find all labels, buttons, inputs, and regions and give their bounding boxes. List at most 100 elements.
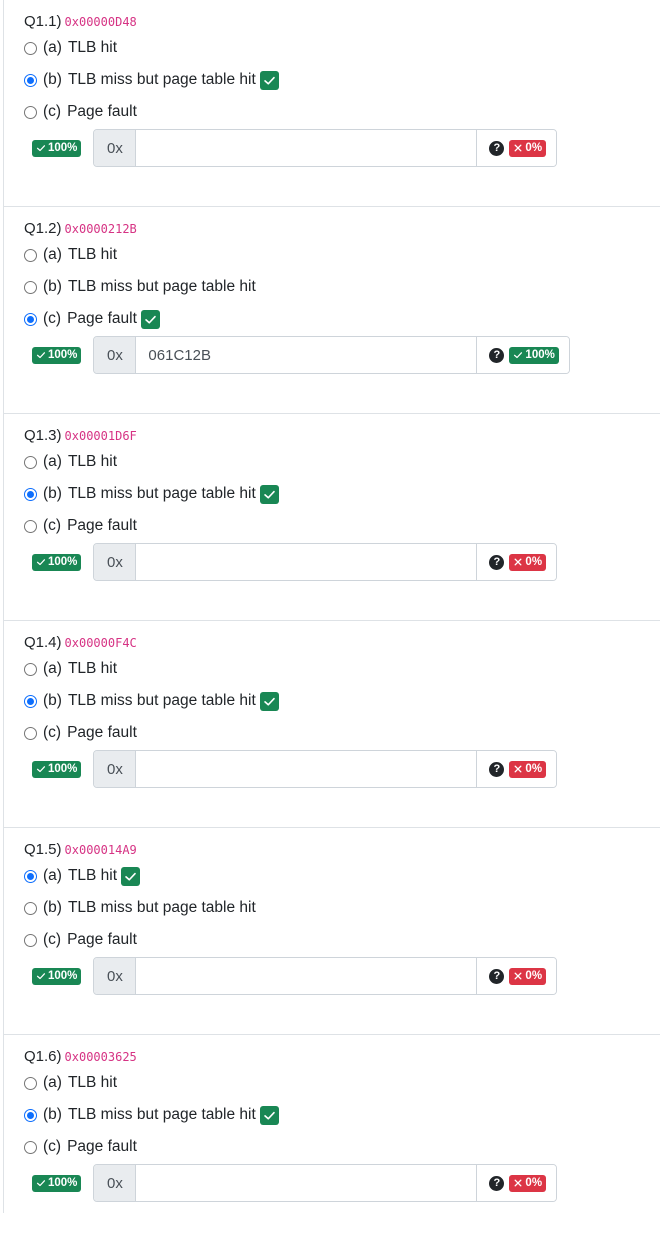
answer-row: 100% 0x? 0% bbox=[32, 957, 558, 995]
hex-prefix: 0x bbox=[94, 958, 137, 994]
radio-button[interactable] bbox=[24, 1140, 37, 1154]
option-letter: (c) bbox=[43, 931, 62, 948]
question-circle-icon[interactable]: ? bbox=[489, 1175, 505, 1191]
option-letter: (c) bbox=[43, 103, 62, 120]
question-circle-icon[interactable]: ? bbox=[489, 761, 505, 777]
option-c[interactable]: (c) Page fault bbox=[24, 929, 137, 951]
option-label: TLB miss but page table hit bbox=[67, 899, 256, 916]
check-icon bbox=[36, 971, 46, 981]
option-c[interactable]: (c) Page fault bbox=[24, 515, 137, 537]
option-b[interactable]: (b) TLB miss but page table hit bbox=[24, 690, 279, 712]
check-icon bbox=[140, 309, 160, 329]
physical-address-input[interactable] bbox=[136, 1165, 477, 1201]
radio-button[interactable] bbox=[24, 487, 37, 501]
physical-address-input[interactable] bbox=[136, 544, 477, 580]
physical-address-input[interactable] bbox=[136, 337, 477, 373]
input-score-label: 100% bbox=[525, 349, 555, 361]
physical-address-input-group: 0x? 0% bbox=[93, 750, 558, 788]
hex-prefix: 0x bbox=[94, 337, 137, 373]
input-score-label: 0% bbox=[525, 556, 543, 568]
option-label: TLB miss but page table hit bbox=[67, 1106, 256, 1123]
input-score-label: 0% bbox=[525, 763, 543, 775]
question-block: Q1.2) 0x0000212B (a) TLB hit (b) TLB miss but… bbox=[4, 207, 660, 414]
question-title: Q1.2) 0x0000212B bbox=[24, 219, 137, 239]
radio-button[interactable] bbox=[24, 1076, 37, 1090]
physical-address-input[interactable] bbox=[136, 751, 477, 787]
physical-address-input[interactable] bbox=[136, 130, 477, 166]
x-icon bbox=[513, 764, 523, 774]
mc-score-badge: 100% bbox=[32, 553, 82, 571]
question-block: Q1.3) 0x00001D6F (a) TLB hit (b) TLB miss but… bbox=[4, 414, 660, 621]
option-label: TLB hit bbox=[67, 453, 118, 470]
option-letter: (b) bbox=[43, 485, 62, 502]
option-letter: (c) bbox=[43, 1138, 62, 1155]
option-a[interactable]: (a) TLB hit bbox=[24, 865, 141, 887]
option-a[interactable]: (a) TLB hit bbox=[24, 1072, 117, 1094]
option-letter: (b) bbox=[43, 1106, 62, 1123]
radio-button[interactable] bbox=[24, 901, 37, 915]
question-circle-icon[interactable]: ? bbox=[489, 968, 505, 984]
radio-button[interactable] bbox=[24, 519, 37, 533]
option-a[interactable]: (a) TLB hit bbox=[24, 658, 117, 680]
physical-address-input-group: 0x? 100% bbox=[93, 336, 570, 374]
option-letter: (a) bbox=[43, 867, 62, 884]
radio-button[interactable] bbox=[24, 1108, 37, 1122]
input-score-badge: 0% bbox=[509, 553, 547, 571]
option-label: TLB hit bbox=[67, 867, 118, 884]
option-c[interactable]: (c) Page fault bbox=[24, 101, 137, 123]
question-circle-icon[interactable]: ? bbox=[489, 140, 505, 156]
question-circle-icon[interactable]: ? bbox=[489, 347, 505, 363]
check-icon bbox=[259, 70, 279, 90]
radio-button[interactable] bbox=[24, 280, 37, 294]
option-letter: (b) bbox=[43, 71, 62, 88]
option-c[interactable]: (c) Page fault bbox=[24, 1136, 137, 1158]
radio-button[interactable] bbox=[24, 726, 37, 740]
option-a[interactable]: (a) TLB hit bbox=[24, 244, 117, 266]
mc-score-badge: 100% bbox=[32, 760, 82, 778]
radio-button[interactable] bbox=[24, 248, 37, 262]
option-b[interactable]: (b) TLB miss but page table hit bbox=[24, 483, 279, 505]
option-c[interactable]: (c) Page fault bbox=[24, 308, 160, 330]
mc-score-badge: 100% bbox=[32, 1174, 82, 1192]
option-a[interactable]: (a) TLB hit bbox=[24, 451, 117, 473]
option-label: TLB hit bbox=[67, 660, 118, 677]
radio-button[interactable] bbox=[24, 694, 37, 708]
option-b[interactable]: (b) TLB miss but page table hit bbox=[24, 276, 256, 298]
option-b[interactable]: (b) TLB miss but page table hit bbox=[24, 69, 279, 91]
input-score-badge: 0% bbox=[509, 760, 547, 778]
radio-button[interactable] bbox=[24, 662, 37, 676]
check-icon bbox=[36, 1178, 46, 1188]
answer-row: 100% 0x? 100% bbox=[32, 336, 570, 374]
radio-button[interactable] bbox=[24, 105, 37, 119]
question-block: Q1.1) 0x00000D48 (a) TLB hit (b) TLB miss but… bbox=[4, 0, 660, 207]
input-feedback: ? 0% bbox=[476, 1165, 557, 1201]
question-circle-icon[interactable]: ? bbox=[489, 554, 505, 570]
option-letter: (a) bbox=[43, 1074, 62, 1091]
option-label: Page fault bbox=[67, 103, 137, 120]
check-icon bbox=[259, 484, 279, 504]
check-icon bbox=[259, 1105, 279, 1125]
x-icon bbox=[513, 971, 523, 981]
question-number: Q1.5) bbox=[24, 841, 62, 858]
option-letter: (a) bbox=[43, 453, 62, 470]
option-label: TLB miss but page table hit bbox=[67, 278, 256, 295]
x-icon bbox=[513, 143, 523, 153]
option-label: TLB miss but page table hit bbox=[67, 692, 256, 709]
option-a[interactable]: (a) TLB hit bbox=[24, 37, 117, 59]
option-b[interactable]: (b) TLB miss but page table hit bbox=[24, 1104, 279, 1126]
mc-score-label: 100% bbox=[48, 349, 78, 361]
radio-button[interactable] bbox=[24, 455, 37, 469]
question-block: Q1.4) 0x00000F4C (a) TLB hit (b) TLB miss but… bbox=[4, 621, 660, 828]
input-score-label: 0% bbox=[525, 970, 543, 982]
physical-address-input[interactable] bbox=[136, 958, 477, 994]
option-b[interactable]: (b) TLB miss but page table hit bbox=[24, 897, 256, 919]
x-icon bbox=[513, 557, 523, 567]
question-title: Q1.4) 0x00000F4C bbox=[24, 633, 137, 653]
radio-button[interactable] bbox=[24, 312, 37, 326]
radio-button[interactable] bbox=[24, 73, 37, 87]
radio-button[interactable] bbox=[24, 869, 37, 883]
check-icon bbox=[36, 143, 46, 153]
radio-button[interactable] bbox=[24, 933, 37, 947]
radio-button[interactable] bbox=[24, 41, 37, 55]
option-c[interactable]: (c) Page fault bbox=[24, 722, 137, 744]
